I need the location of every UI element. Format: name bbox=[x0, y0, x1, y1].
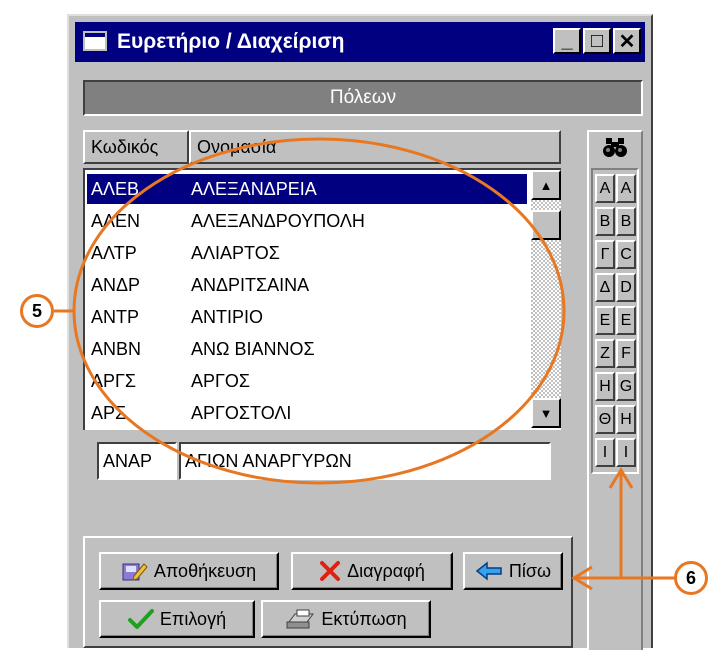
annotation-overlay bbox=[54, 137, 676, 591]
annotation-6-badge: 6 bbox=[674, 561, 708, 595]
annotation-5-badge: 5 bbox=[20, 294, 54, 328]
annotation-ellipse bbox=[72, 137, 566, 485]
